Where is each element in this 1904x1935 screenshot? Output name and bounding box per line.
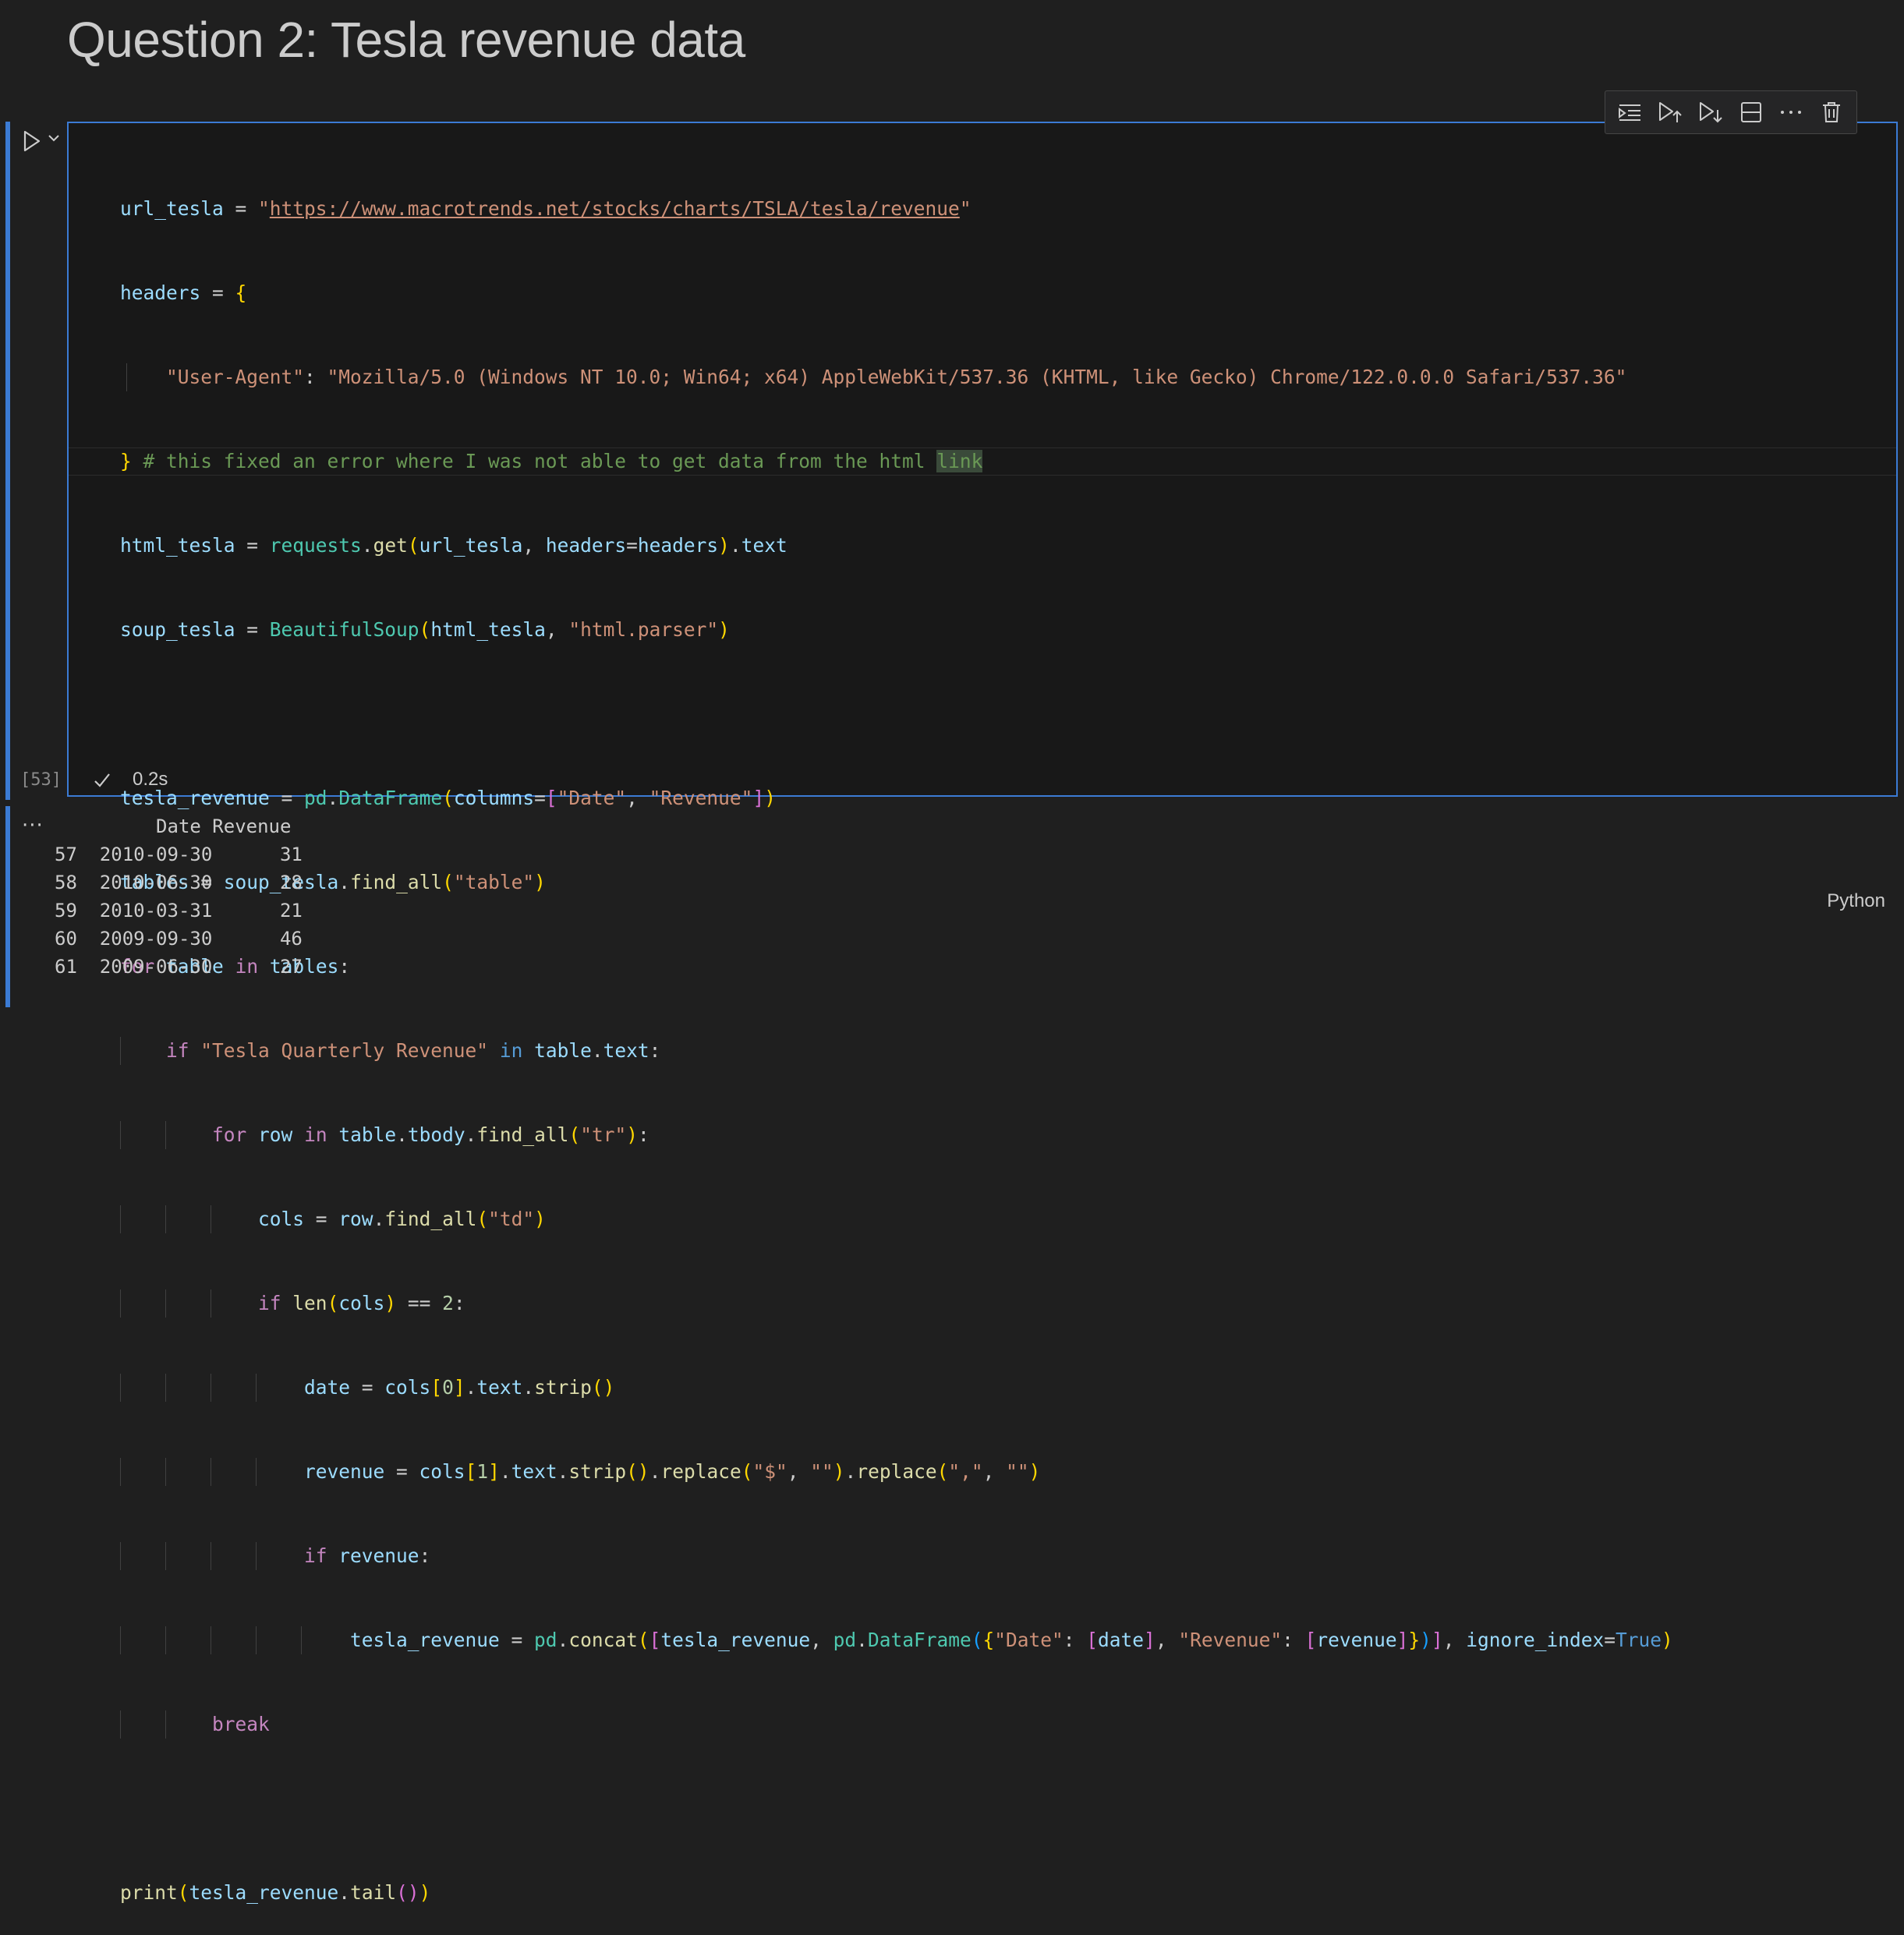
code-line: break [120, 1710, 1673, 1739]
output-line: 58 2010-06-30 28 [55, 872, 303, 893]
code-line: for table in tables: [120, 955, 351, 978]
output-line: 61 2009-06-30 27 [55, 956, 303, 978]
run-below-icon [1700, 102, 1722, 123]
code-line: if revenue: [120, 1542, 1673, 1570]
execution-count: [53] [20, 770, 62, 790]
play-icon [23, 130, 41, 152]
chevron-down-icon [48, 135, 59, 142]
run-cell-button[interactable] [19, 128, 45, 154]
code-line: if len(cols) == 2: [120, 1289, 1673, 1318]
output-line: Date Revenue [55, 815, 292, 837]
code-line: tesla_revenue = pd.concat([tesla_revenue… [120, 1626, 1673, 1654]
execute-above-icon [1618, 104, 1640, 121]
run-above-icon [1659, 102, 1683, 122]
output-line: 60 2009-09-30 46 [55, 928, 303, 950]
output-focus-indicator[interactable] [5, 806, 10, 1007]
cell-language-button[interactable]: Python [1827, 890, 1885, 912]
code-line: revenue = cols[1].text.strip().replace("… [120, 1458, 1673, 1486]
code-line: print(tesla_revenue.tail()) [120, 1881, 431, 1904]
run-options-button[interactable] [45, 129, 62, 147]
code-line: for row in table.tbody.find_all("tr"): [120, 1121, 1673, 1149]
code-line: cols = row.find_all("td") [120, 1205, 1673, 1233]
code-line: date = cols[0].text.strip() [120, 1374, 1673, 1402]
trash-icon [1823, 102, 1841, 122]
output-more-icon[interactable]: ··· [22, 814, 44, 837]
split-cell-icon [1740, 102, 1761, 122]
code-line: tables = soup_tesla.find_all("table") [120, 871, 546, 893]
cell-output: Date Revenue 57 2010-09-30 31 58 2010-06-3… [55, 812, 303, 981]
output-line: 57 2010-09-30 31 [55, 844, 303, 865]
cell-focus-indicator[interactable] [5, 122, 10, 800]
more-actions-icon [1781, 111, 1802, 114]
code-line: if "Tesla Quarterly Revenue" in table.te… [120, 1037, 1673, 1065]
markdown-heading: Question 2: Tesla revenue data [67, 12, 745, 68]
output-line: 59 2010-03-31 21 [55, 900, 303, 922]
